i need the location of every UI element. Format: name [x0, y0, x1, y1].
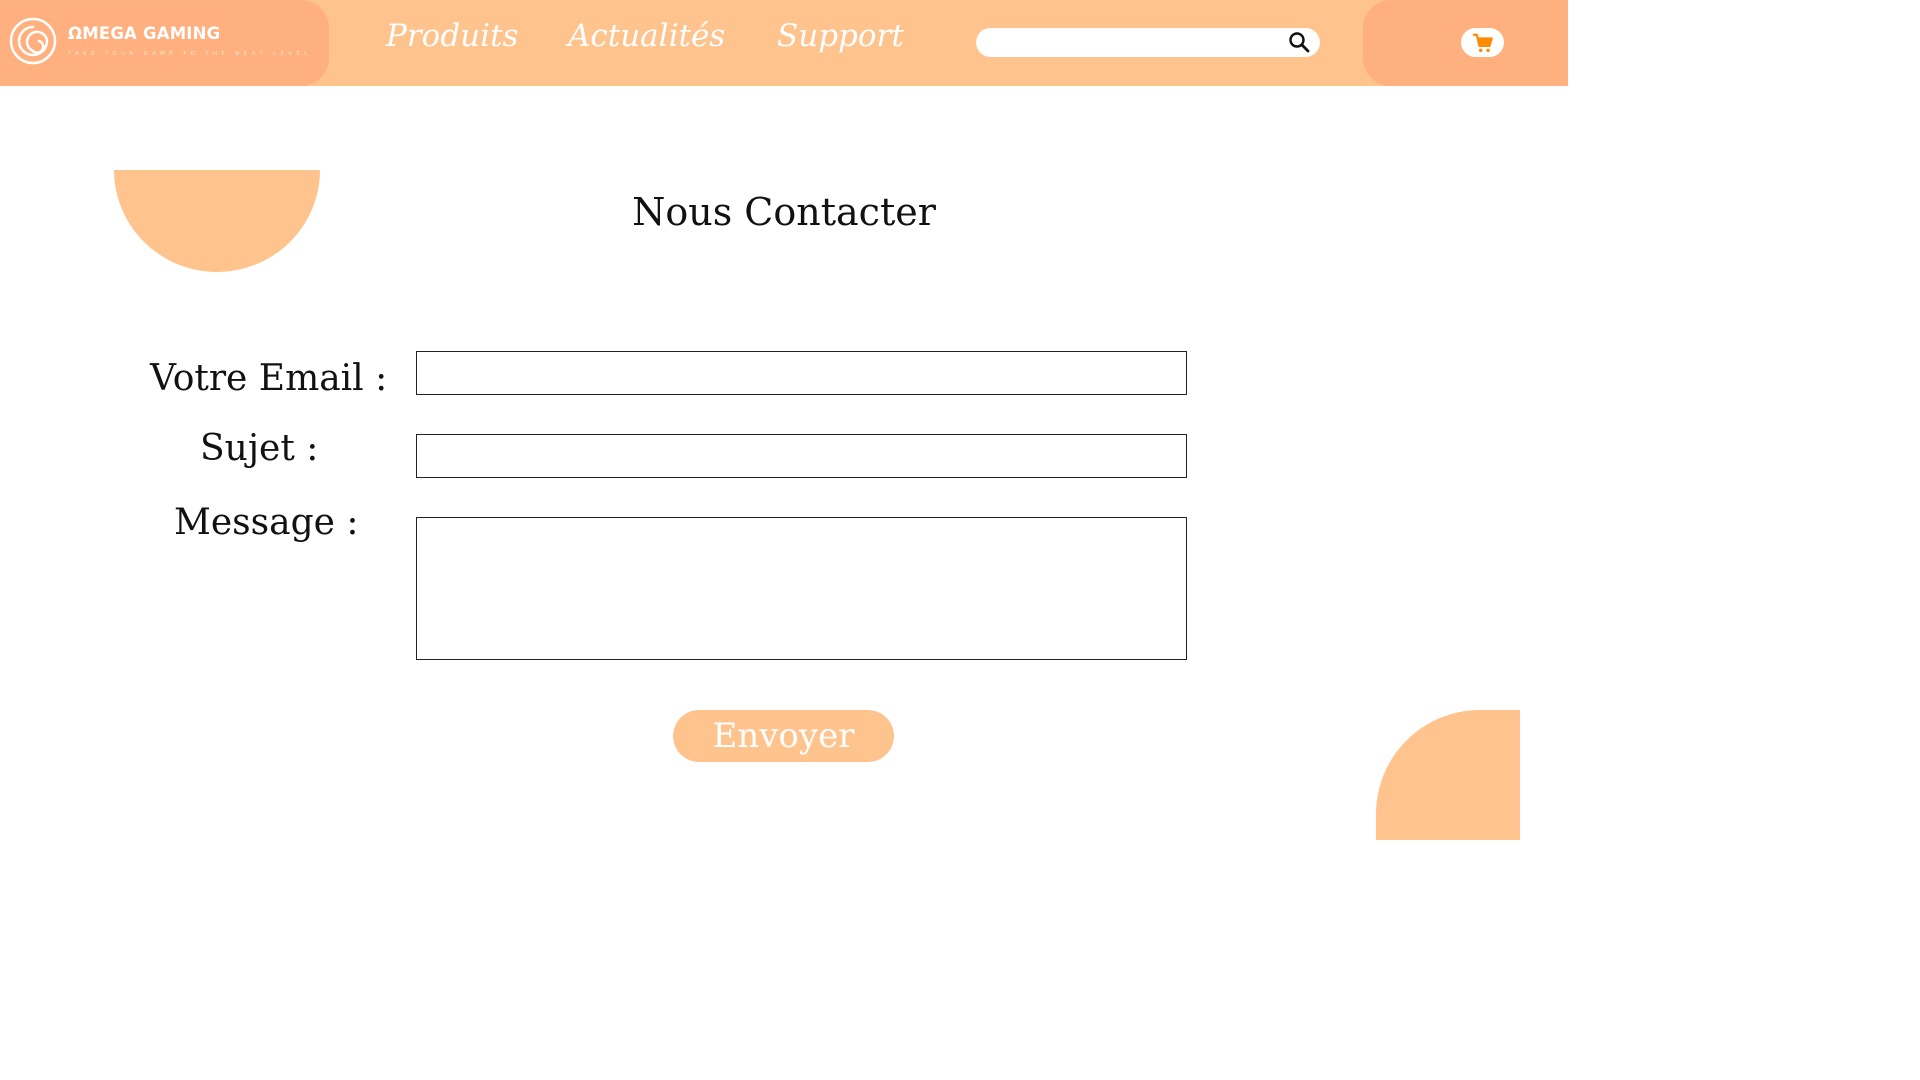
brand-name: ΩMEGA GAMING: [68, 24, 221, 43]
email-field[interactable]: [416, 351, 1187, 395]
send-button[interactable]: Envoyer: [673, 710, 894, 762]
page-title-text: Nous Contacter: [632, 190, 936, 234]
omega-logo-icon: [9, 17, 57, 65]
nav-link-produits[interactable]: Produits: [386, 18, 518, 54]
page-title: Nous Contacter: [0, 190, 1568, 234]
search-icon[interactable]: [1287, 30, 1311, 54]
message-label: Message :: [174, 502, 359, 543]
cart-block: [1363, 0, 1568, 86]
top-navbar: ΩMEGA GAMING TAKE YOUR GAME TO THE NEXT …: [0, 0, 1568, 86]
decorative-quarter-circle-bottom: [1376, 710, 1520, 840]
subject-field[interactable]: [416, 434, 1187, 478]
search-bar: [976, 28, 1320, 57]
cart-button[interactable]: [1461, 28, 1504, 57]
contact-page: ΩMEGA GAMING TAKE YOUR GAME TO THE NEXT …: [0, 0, 1568, 882]
nav-link-actualites[interactable]: Actualités: [568, 18, 725, 54]
message-field[interactable]: [416, 517, 1187, 660]
subject-label: Sujet :: [200, 428, 319, 469]
brand-tagline: TAKE YOUR GAME TO THE NEXT LEVEL: [68, 51, 312, 57]
cart-icon: [1472, 33, 1493, 53]
brand-logo-block[interactable]: ΩMEGA GAMING TAKE YOUR GAME TO THE NEXT …: [0, 0, 329, 86]
email-label: Votre Email :: [150, 358, 388, 399]
search-input[interactable]: [990, 32, 1284, 55]
nav-link-support[interactable]: Support: [777, 18, 904, 54]
